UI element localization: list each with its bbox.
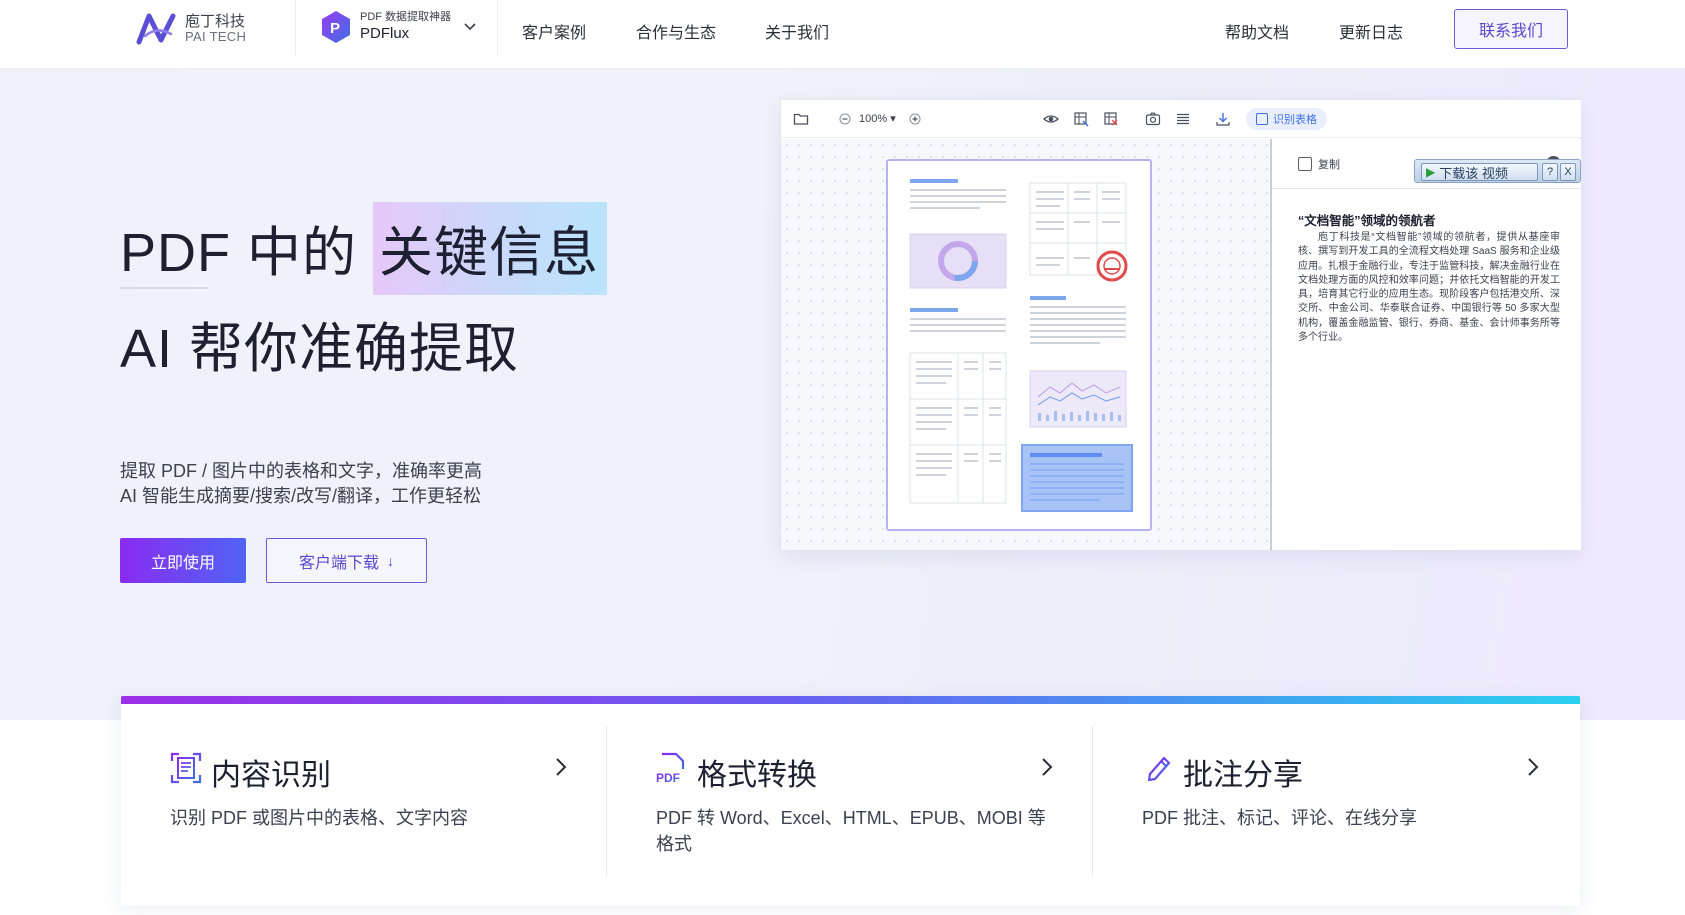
zoom-value: 100% — [859, 113, 888, 125]
hero-subtitle-line1: 提取 PDF / 图片中的表格和文字，准确率更高 — [120, 461, 483, 481]
export-download-icon[interactable] — [1215, 111, 1231, 127]
table-icon — [1256, 113, 1268, 125]
chevron-right-icon[interactable] — [1039, 756, 1055, 778]
pai-tech-logo-icon — [136, 13, 176, 45]
feature-description: PDF 转 Word、Excel、HTML、EPUB、MOBI 等格式 — [656, 808, 1046, 854]
feature-card-annotation-share[interactable]: 批注分享 PDF 批注、标记、评论、在线分享 — [1093, 704, 1579, 906]
download-client-button[interactable]: 客户端下载 ↓ — [266, 538, 427, 583]
pdf-file-icon: PDF — [656, 752, 685, 784]
copy-button[interactable]: 复制 — [1298, 156, 1340, 172]
result-body-text: 庖丁科技是“文档智能”领域的领航者，提供从基座审核、撰写到开发工具的全流程文档处… — [1298, 232, 1560, 344]
download-video-button[interactable]: ▶ 下载该 视频 — [1421, 163, 1538, 181]
pdf-canvas[interactable] — [781, 139, 1269, 550]
feature-title: 格式转换 — [697, 759, 817, 792]
hero-subtitle-line2: AI 智能生成摘要/搜索/改写/翻译，工作更轻松 — [120, 486, 482, 506]
pdflux-logo-icon: P — [322, 11, 350, 43]
result-panel: 复制 × “文档智能”领域的领航者 庖丁科技是“文档智能”领域的领航者，提供从基… — [1270, 139, 1581, 550]
document-scan-icon — [170, 752, 202, 784]
folder-icon[interactable] — [793, 111, 809, 127]
nav-link-partners[interactable]: 合作与生态 — [636, 19, 716, 43]
feature-card-format-conversion[interactable]: PDF 格式转换 PDF 转 Word、Excel、HTML、EPUB、MOBI… — [607, 704, 1093, 906]
hero-subtitle: 提取 PDF / 图片中的表格和文字，准确率更高 AI 智能生成摘要/搜索/改写… — [120, 459, 482, 509]
list-view-icon[interactable] — [1175, 111, 1191, 127]
screenshot-icon[interactable] — [1145, 111, 1161, 127]
select-table-icon[interactable] — [1073, 111, 1089, 127]
chevron-right-icon[interactable] — [553, 756, 569, 778]
product-name: PDFlux — [360, 24, 410, 42]
recognize-table-button[interactable]: 识别表格 — [1246, 108, 1327, 130]
brand-logo[interactable]: 庖丁科技 PAI TECH — [135, 10, 246, 48]
chevron-down-icon — [464, 23, 476, 31]
eye-icon[interactable] — [1043, 111, 1059, 127]
top-nav: 庖丁科技 PAI TECH P PDF 数据提取神器 PDFlux 客户案例 合… — [0, 0, 1685, 69]
pdf-page-illustration — [909, 179, 1133, 512]
use-now-button[interactable]: 立即使用 — [120, 538, 246, 583]
nav-divider — [497, 0, 498, 55]
product-tagline: PDF 数据提取神器 — [360, 11, 452, 24]
contact-us-button[interactable]: 联系我们 — [1454, 9, 1568, 49]
copy-label: 复制 — [1318, 159, 1340, 171]
feature-description: PDF 批注、标记、评论、在线分享 — [1142, 808, 1417, 828]
chevron-right-icon[interactable] — [1525, 756, 1541, 778]
preview-toolbar: 100% ▾ 识别表格 — [781, 100, 1581, 138]
recognize-table-label: 识别表格 — [1273, 114, 1317, 126]
play-icon: ▶ — [1426, 165, 1436, 179]
svg-text:P: P — [330, 20, 340, 37]
hero-title-highlight: 关键信息 — [373, 202, 608, 295]
copy-icon — [1298, 157, 1312, 171]
nav-divider — [295, 0, 296, 55]
result-title: “文档智能”领域的领航者 — [1298, 214, 1436, 228]
overlay-close-icon[interactable]: X — [1560, 163, 1576, 181]
feature-title: 内容识别 — [211, 759, 331, 792]
zoom-level[interactable]: 100% ▾ — [859, 112, 896, 125]
download-video-label: 下载该 视频 — [1439, 165, 1508, 181]
feature-card-content-recognition[interactable]: 内容识别 识别 PDF 或图片中的表格、文字内容 — [121, 704, 607, 906]
zoom-out-icon[interactable] — [837, 111, 853, 127]
hero-title-prefix: PDF 中的 — [120, 223, 358, 283]
hero-title: PDF 中的 关键信息 — [120, 202, 608, 295]
nav-link-help-docs[interactable]: 帮助文档 — [1225, 19, 1289, 43]
hero-title-line2: AI 帮你准确提取 — [120, 319, 520, 379]
zoom-in-icon[interactable] — [907, 111, 923, 127]
product-switcher[interactable]: P PDF 数据提取神器 PDFlux — [320, 10, 477, 44]
feature-cards: 内容识别 识别 PDF 或图片中的表格、文字内容 PDF 格式转换 PDF 转 … — [121, 696, 1580, 906]
nav-link-changelog[interactable]: 更新日志 — [1339, 19, 1403, 43]
feature-description: 识别 PDF 或图片中的表格、文字内容 — [170, 808, 469, 828]
download-arrow-icon: ↓ — [387, 552, 394, 569]
delete-table-icon[interactable] — [1103, 111, 1119, 127]
nav-link-cases[interactable]: 客户案例 — [522, 19, 586, 43]
video-download-overlay: ▶ 下载该 视频 ? X — [1414, 159, 1581, 183]
title-underline — [120, 287, 208, 289]
gradient-bar — [121, 696, 1580, 704]
download-client-label: 客户端下载 — [298, 554, 379, 572]
pdf-page-thumbnail — [886, 159, 1152, 531]
nav-link-about[interactable]: 关于我们 — [765, 19, 829, 43]
help-icon[interactable]: ? — [1542, 163, 1558, 181]
svg-text:PDF: PDF — [656, 771, 680, 784]
logo-text-cn: 庖丁科技 — [185, 12, 246, 30]
pen-annotate-icon — [1144, 756, 1172, 784]
feature-title: 批注分享 — [1183, 759, 1303, 792]
logo-text-en: PAI TECH — [185, 29, 247, 45]
